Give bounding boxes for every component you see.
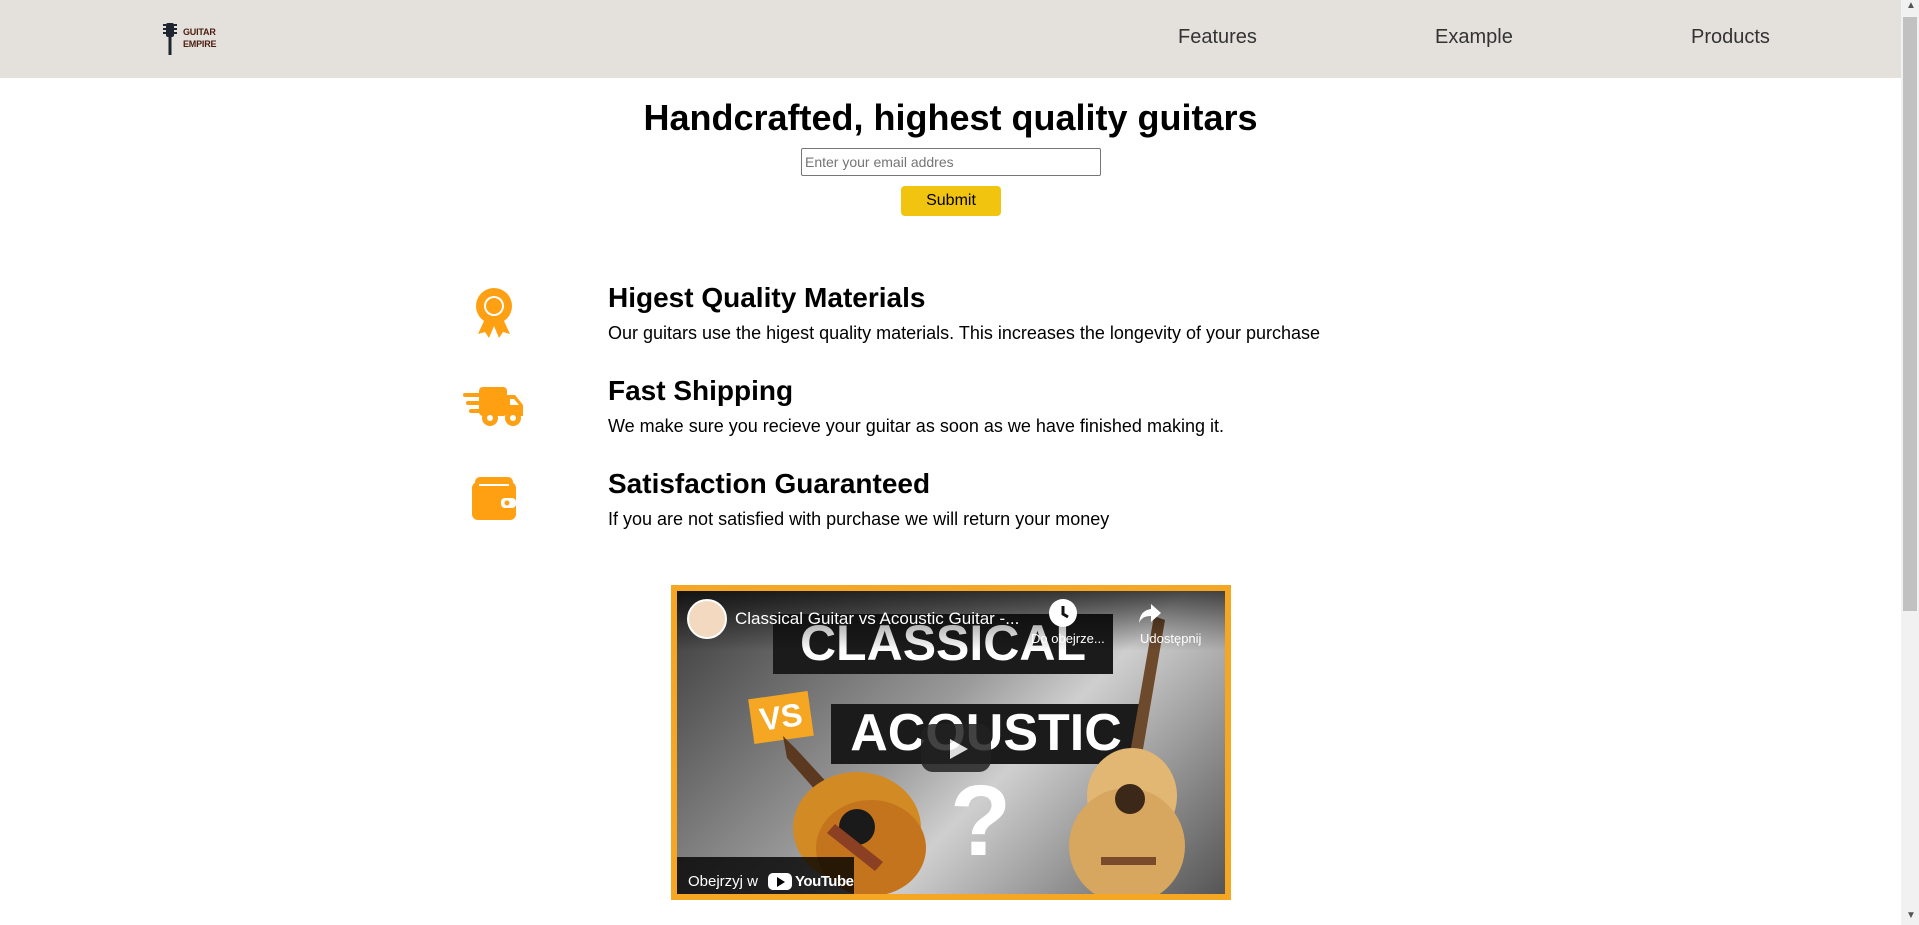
nav-link-products[interactable]: Products: [1691, 26, 1770, 49]
clock-icon: [1051, 601, 1075, 625]
channel-avatar[interactable]: [687, 599, 727, 639]
wallet-icon: [462, 471, 526, 527]
truck-icon: [462, 377, 526, 433]
feature-description-materials: Our guitars use the higest quality mater…: [608, 323, 1321, 343]
video-title[interactable]: Classical Guitar vs Acoustic Guitar -...: [735, 609, 1019, 629]
nav-link-features[interactable]: Features: [1178, 26, 1257, 49]
play-button[interactable]: [921, 724, 991, 772]
youtube-logo: YouTube: [768, 873, 854, 890]
feature-description-satisfaction: If you are not satisfied with purchase w…: [608, 509, 1110, 529]
scroll-down-arrow-icon[interactable]: ▼: [1906, 911, 1916, 921]
scroll-thumb[interactable]: [1903, 17, 1917, 611]
guitar-headstock-icon: [163, 23, 177, 55]
feature-title-satisfaction: Satisfaction Guaranteed: [608, 468, 931, 499]
watch-later-button[interactable]: [1049, 599, 1077, 627]
feature-title-shipping: Fast Shipping: [608, 375, 794, 406]
submit-button[interactable]: Submit: [901, 186, 1001, 216]
youtube-play-icon: [768, 873, 793, 890]
video-poster-question: ?: [950, 765, 1012, 877]
watch-later-label: Do obejrze...: [1031, 631, 1105, 646]
hero-title: Handcrafted, highest quality guitars: [643, 97, 1258, 138]
brand-name: GUITAR EMPIRE: [183, 26, 217, 50]
email-input[interactable]: [801, 148, 1101, 176]
vertical-scrollbar[interactable]: ▲ ▼: [1901, 0, 1919, 925]
feature-title-materials: Higest Quality Materials: [608, 282, 926, 313]
feature-description-shipping: We make sure you recieve your guitar as …: [608, 416, 1224, 436]
scroll-up-arrow-icon[interactable]: ▲: [1906, 1, 1916, 11]
site-header: GUITAR EMPIRE Features Example Products: [0, 0, 1901, 78]
share-icon: [1139, 604, 1161, 623]
video-embed[interactable]: CLASSICAL VS ACOUSTIC ? Classical Guitar…: [671, 585, 1231, 900]
watch-on-label: Obejrzyj w: [688, 873, 759, 890]
classical-guitar-image: [1069, 616, 1185, 894]
brand-logo[interactable]: GUITAR EMPIRE: [160, 19, 220, 57]
watch-on-youtube-button[interactable]: Obejrzyj w YouTube: [677, 857, 854, 894]
award-icon: [462, 285, 526, 341]
page: GUITAR EMPIRE Features Example Products …: [0, 0, 1919, 925]
logo-line-2: EMPIRE: [183, 39, 217, 49]
nav-link-example[interactable]: Example: [1435, 26, 1513, 49]
share-button[interactable]: [1136, 599, 1164, 627]
logo-line-1: GUITAR: [183, 27, 216, 37]
share-label: Udostępnij: [1140, 631, 1202, 646]
youtube-wordmark: YouTube: [795, 873, 854, 890]
